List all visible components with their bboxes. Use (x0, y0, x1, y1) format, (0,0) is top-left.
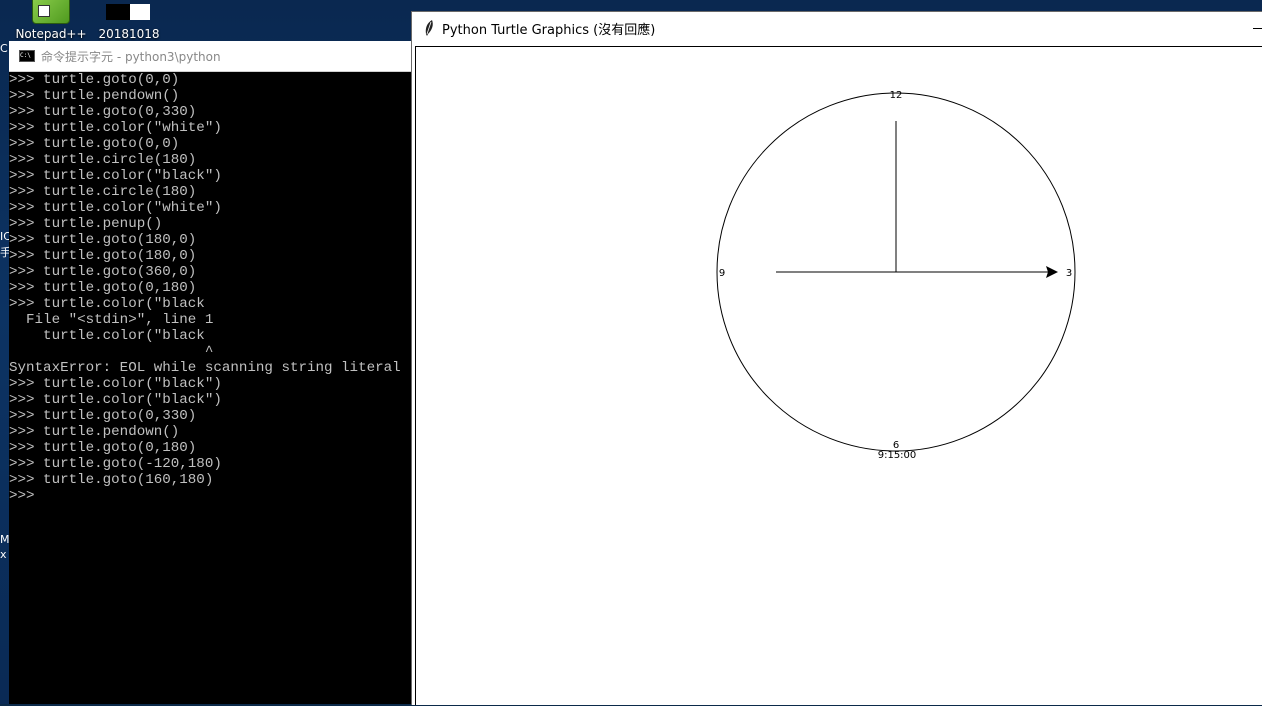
console-line: ^ (9, 344, 214, 360)
console-line: >>> turtle.penup() (9, 216, 163, 232)
clock-number-12: 12 (890, 90, 903, 101)
console-line: >>> turtle.goto(160,180) (9, 472, 214, 488)
clock-number-9: 9 (719, 268, 725, 279)
minimize-button[interactable] (1251, 12, 1262, 44)
console-line: >>> turtle.color("white") (9, 120, 222, 136)
console-line: >>> turtle.goto(0,330) (9, 104, 197, 120)
feather-icon (425, 20, 433, 36)
console-line: >>> turtle.color("black (9, 296, 205, 312)
desktop-edge-text: C (0, 42, 8, 55)
console-line: SyntaxError: EOL while scanning string l… (9, 360, 401, 376)
console-line: >>> turtle.goto(180,0) (9, 232, 197, 248)
console-line: >>> turtle.goto(0,180) (9, 440, 197, 456)
desktop-edge-text: x (0, 548, 7, 561)
minimize-icon (1253, 27, 1262, 29)
cmd-window-title: 命令提示字元 - python3\python (41, 49, 221, 64)
turtle-window-title: Python Turtle Graphics (沒有回應) (442, 22, 656, 38)
console-line: >>> turtle.goto(-120,180) (9, 456, 222, 472)
notepadpp-icon-label: Notepad++ (15, 27, 87, 41)
turtle-canvas[interactable]: 12 3 6 9 9:15:00 (415, 46, 1262, 705)
turtle-graphics-window[interactable]: Python Turtle Graphics (沒有回應) 12 3 6 9 9… (411, 11, 1262, 705)
console-line: >>> turtle.pendown() (9, 424, 180, 440)
cmd-title-bar[interactable]: C:\ 命令提示字元 - python3\python (9, 41, 411, 72)
clock-number-3: 3 (1066, 268, 1072, 279)
console-line: >>> turtle.color("white") (9, 200, 222, 216)
console-line: File "<stdin>", line 1 (9, 312, 214, 328)
notepadpp-desktop-icon[interactable]: Notepad++ (14, 0, 88, 42)
console-line: >>> turtle.goto(360,0) (9, 264, 197, 280)
console-line: >>> turtle.goto(0,180) (9, 280, 197, 296)
console-line: >>> turtle.goto(180,0) (9, 248, 197, 264)
clock-time-text: 9:15:00 (878, 450, 917, 461)
console-line: >>> turtle.color("black") (9, 376, 222, 392)
cmd-console-output[interactable]: >>> turtle.goto(0,0) >>> turtle.pendown()… (9, 72, 411, 504)
console-line: >>> turtle.goto(0,330) (9, 408, 197, 424)
command-prompt-window[interactable]: C:\ 命令提示字元 - python3\python >>> turtle.g… (9, 41, 412, 704)
notepadpp-icon (32, 0, 70, 24)
console-line: turtle.color("black (9, 328, 205, 344)
console-line: >>> turtle.circle(180) (9, 152, 197, 168)
console-line: >>> turtle.goto(0,0) (9, 72, 180, 88)
console-line: >>> turtle.pendown() (9, 88, 180, 104)
console-line: >>> turtle.circle(180) (9, 184, 197, 200)
cmd-icon: C:\ (19, 50, 35, 62)
console-line: >>> turtle.goto(0,0) (9, 136, 180, 152)
folder-icon-label: 20181018 (98, 27, 160, 41)
console-line: >>> (9, 488, 35, 504)
clock-drawing: 12 3 6 9 9:15:00 (716, 90, 1076, 461)
turtle-title-bar[interactable]: Python Turtle Graphics (沒有回應) (412, 12, 1262, 44)
console-line: >>> turtle.color("black") (9, 168, 222, 184)
folder-thumbnail-icon (106, 4, 150, 20)
console-line: >>> turtle.color("black") (9, 392, 222, 408)
folder-20181018-desktop-icon[interactable]: 20181018 (92, 0, 166, 42)
